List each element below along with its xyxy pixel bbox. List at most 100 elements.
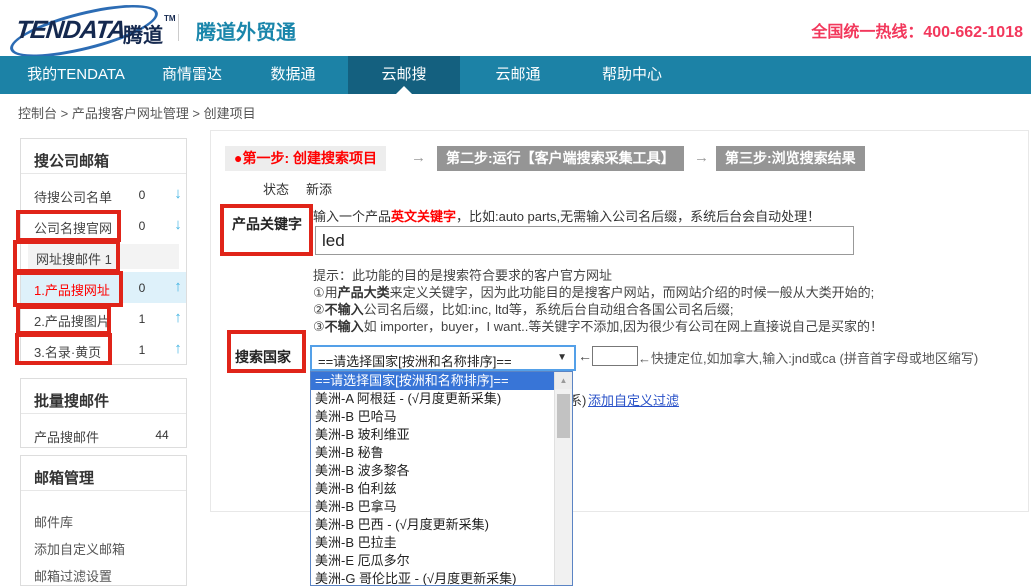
tip-post: 公司名后缀，比如:inc, ltd等，系统后台自动组合各国公司名后缀; (364, 302, 734, 317)
tip-line-2: ①用产品大类来定义关键字，因为此功能目的是搜客户网站，而网站介绍的时候一般从大类… (313, 284, 973, 301)
item-count: 1 (129, 343, 155, 357)
tips-block: 提示：此功能的目的是搜索符合要求的客户官方网址 ①用产品大类来定义关键字，因为此… (313, 267, 973, 335)
dropdown-option[interactable]: ==请选择国家[按洲和名称排序]== (311, 372, 572, 390)
status-label: 状态 (263, 179, 289, 198)
dropdown-option[interactable]: 美洲-G 哥伦比亚 - (√月度更新采集) (311, 570, 572, 586)
dropdown-option[interactable]: 美洲-B 波多黎各 (311, 462, 572, 480)
item-count: 1 (129, 312, 155, 326)
dropdown-option[interactable]: 美洲-B 玻利维亚 (311, 426, 572, 444)
sidebar-item-mail-library[interactable]: 邮件库 (21, 504, 186, 530)
logo-trademark: TM (164, 14, 176, 23)
flow-arrow-icon: → (694, 149, 709, 166)
tip-pre: ② (313, 302, 325, 317)
sidebar-item-pending-company-list[interactable]: 待搜公司名单 0 ↓ (21, 179, 186, 210)
sidebar-item-product-search-url[interactable]: 1.产品搜网址 0 ↑ (21, 272, 186, 303)
product-keyword-label: 产品关键字 (232, 214, 302, 234)
nav-item-business-radar[interactable]: 商情雷达 (150, 56, 234, 94)
tip-line-3: ②不输入公司名后缀，比如:inc, ltd等，系统后台自动组合各国公司名后缀; (313, 301, 973, 318)
tip-bold: 产品大类 (338, 285, 390, 300)
tip-bold: 不输入 (325, 302, 364, 317)
nav-item-data-tong[interactable]: 数据通 (258, 56, 328, 94)
logo-text-en: TENDATA (14, 16, 126, 45)
keyword-hint: 输入一个产品英文关键字，比如:auto parts,无需输入公司名后缀，系统后台… (313, 206, 820, 225)
product-keyword-input[interactable] (315, 226, 854, 255)
country-select-value: ==请选择国家[按洲和名称排序]== (318, 351, 512, 370)
item-label: 2.产品搜图片 (34, 311, 110, 330)
up-arrow-icon[interactable]: ↑ (168, 340, 188, 357)
tip-post: 如 importer，buyer，I want..等关键字不添加,因为很少有公司… (364, 319, 883, 334)
divider (21, 413, 186, 414)
hint-pre: 输入一个产品 (313, 209, 391, 224)
dropdown-option[interactable]: 美洲-B 巴拉圭 (311, 534, 572, 552)
nav-item-cloud-mail-tong[interactable]: 云邮通 (483, 56, 553, 94)
tip-line-1: 提示：此功能的目的是搜索符合要求的客户官方网址 (313, 267, 973, 284)
scroll-up-icon[interactable]: ▲ (555, 372, 572, 389)
status-value: 新添 (306, 179, 332, 198)
sidebar-title: 批量搜邮件 (34, 390, 109, 411)
item-label: 1.产品搜网址 (34, 280, 110, 299)
quick-locate-hint: ←快捷定位,如加拿大,输入:jnd或ca (拼音首字母或地区缩写) (638, 348, 978, 367)
sidebar-item-product-search-image[interactable]: 2.产品搜图片 1 ↑ (21, 303, 186, 334)
item-label: 添加自定义邮箱 (34, 539, 125, 558)
dropdown-option[interactable]: 美洲-B 伯利兹 (311, 480, 572, 498)
sidebar-title: 邮箱管理 (34, 467, 94, 488)
item-count: 0 (129, 281, 155, 295)
sidebar-title: 搜公司邮箱 (34, 150, 109, 171)
dropdown-option[interactable]: 美洲-B 秘鲁 (311, 444, 572, 462)
flow-arrow-icon: → (411, 149, 426, 166)
sidebar-item-url-search-mail[interactable]: 网址搜邮件 1 (28, 244, 179, 269)
add-custom-filter-link[interactable]: 添加自定义过滤 (588, 390, 679, 409)
step-1-create-project[interactable]: ●第一步: 创建搜索项目 (225, 146, 386, 171)
dropdown-option[interactable]: 美洲-A 阿根廷 - (√月度更新采集) (311, 390, 572, 408)
item-label: 待搜公司名单 (34, 187, 112, 206)
tip-post: 来定义关键字，因为此功能目的是搜客户网站，而网站介绍的时候一般从大类开始的; (390, 285, 875, 300)
item-label: 公司名搜官网 (34, 218, 112, 237)
tip-pre: ③ (313, 319, 325, 334)
product-name: 腾道外贸通 (196, 16, 296, 45)
top-header: TENDATA 腾道 TM 腾道外贸通 全国统一热线：400-662-1018 (0, 0, 1031, 56)
divider (21, 490, 186, 491)
hint-em: 英文关键字 (391, 209, 456, 224)
nav-item-my-tendata[interactable]: 我的TENDATA (14, 56, 138, 94)
country-select[interactable]: ==请选择国家[按洲和名称排序]== ▼ (310, 345, 576, 371)
quick-hint-text: 快捷定位,如加拿大,输入:jnd或ca (拼音首字母或地区缩写) (651, 351, 978, 366)
down-arrow-icon[interactable]: ↓ (168, 185, 188, 202)
left-arrow-icon: ← (638, 351, 651, 366)
quick-locate-input[interactable] (592, 346, 638, 366)
dropdown-option[interactable]: 美洲-B 巴拿马 (311, 498, 572, 516)
item-label: 邮件库 (34, 512, 73, 531)
sidebar-item-company-name-search[interactable]: 公司名搜官网 0 ↓ (21, 210, 186, 241)
sidebar-item-product-search-mail[interactable]: 产品搜邮件 44 (21, 419, 186, 450)
nav-item-help-center[interactable]: 帮助中心 (593, 56, 671, 94)
active-tab-caret-icon (396, 86, 412, 94)
sidebar-item-directory-yellowpages[interactable]: 3.名录·黄页 1 ↑ (21, 334, 186, 365)
dropdown-option[interactable]: 美洲-E 厄瓜多尔 (311, 552, 572, 570)
breadcrumb[interactable]: 控制台 > 产品搜客户网址管理 > 创建项目 (18, 103, 256, 122)
dropdown-option[interactable]: 美洲-B 巴西 - (√月度更新采集) (311, 516, 572, 534)
chevron-down-icon: ▼ (557, 352, 567, 363)
step-2-run-collector[interactable]: 第二步:运行【客户端搜索采集工具】 (437, 146, 684, 171)
sidebar-item-mailbox-filter-settings[interactable]: 邮箱过滤设置 (21, 558, 186, 584)
tip-pre: ①用 (313, 285, 338, 300)
item-label: 3.名录·黄页 (34, 342, 101, 361)
sidebar-section-batch-mail: 批量搜邮件 产品搜邮件 44 (20, 378, 187, 448)
hotline-text: 全国统一热线：400-662-1018 (811, 18, 1023, 42)
sidebar-item-add-custom-mailbox[interactable]: 添加自定义邮箱 (21, 531, 186, 557)
country-dropdown-list: ==请选择国家[按洲和名称排序]== 美洲-A 阿根廷 - (√月度更新采集) … (310, 371, 573, 586)
dropdown-option[interactable]: 美洲-B 巴哈马 (311, 408, 572, 426)
down-arrow-icon[interactable]: ↓ (168, 216, 188, 233)
tip-bold: 不输入 (325, 319, 364, 334)
logo-text-cn: 腾道 (123, 19, 163, 48)
divider (21, 173, 186, 174)
search-country-label: 搜索国家 (235, 347, 291, 367)
up-arrow-icon[interactable]: ↑ (168, 278, 188, 295)
dropdown-scrollbar[interactable]: ▲ (554, 372, 572, 585)
step-3-browse-results[interactable]: 第三步:浏览搜索结果 (716, 146, 865, 171)
left-arrow-icon: ← (578, 348, 592, 364)
scrollbar-thumb[interactable] (557, 394, 570, 438)
hint-post: ，比如:auto parts,无需输入公司名后缀，系统后台会自动处理！ (456, 209, 820, 224)
tendata-logo: TENDATA 腾道 TM (6, 4, 166, 52)
up-arrow-icon[interactable]: ↑ (168, 309, 188, 326)
logo-divider (178, 14, 179, 41)
item-count: 0 (129, 219, 155, 233)
